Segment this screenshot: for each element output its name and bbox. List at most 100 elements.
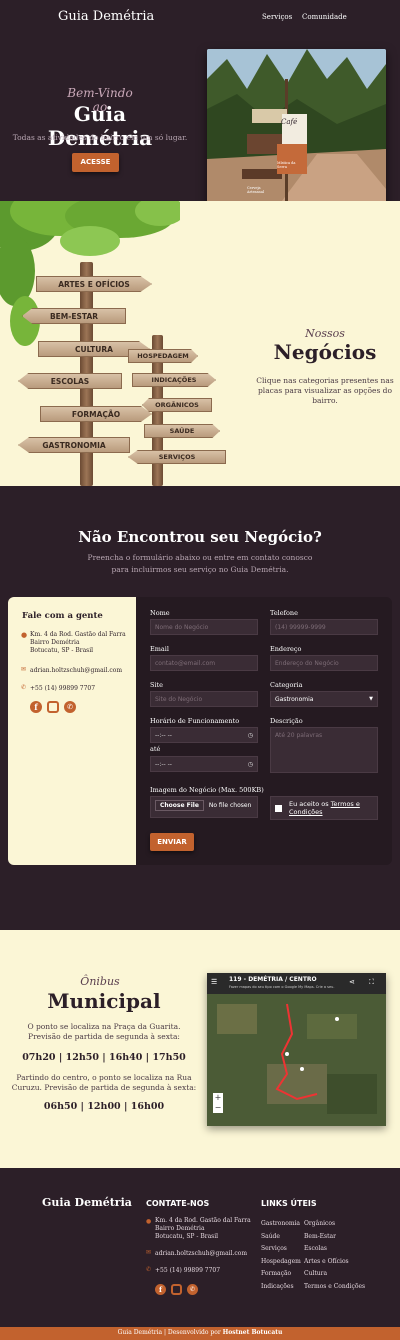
footer-link-cultura[interactable]: Cultura	[304, 1268, 365, 1281]
choose-file-button[interactable]: Choose File	[155, 800, 204, 811]
onibus-script: Ônibus	[80, 975, 120, 988]
sign-saude[interactable]: SAÚDE	[144, 424, 220, 438]
photo-sign-cafe: Café	[281, 118, 298, 126]
input-email[interactable]: contato@email.com	[150, 655, 258, 671]
hero-photo	[207, 49, 386, 221]
footer-link-artes[interactable]: Artes e Ofícios	[304, 1256, 365, 1269]
sign-organicos[interactable]: ORGÂNICOS	[142, 398, 212, 412]
hero-subtitle: Todas as atividades do bairro em um só l…	[12, 133, 188, 142]
footer-links-col2: Orgânicos Bem-Estar Escolas Artes e Ofíc…	[304, 1218, 365, 1293]
label-telefone: Telefone	[270, 609, 298, 617]
footer-address-line-3: Botucatu, SP - Brasil	[155, 1233, 219, 1240]
sign-gastronomia[interactable]: GASTRONOMIA	[18, 437, 130, 453]
hero-access-button[interactable]: ACESSE	[72, 153, 119, 172]
form-subtitle-2: para incluirmos seu serviço no Guia Demé…	[111, 565, 289, 574]
zoom-out-icon[interactable]: −	[213, 1103, 223, 1113]
select-categoria-value: Gastronomia	[275, 696, 314, 703]
terms-prefix: Eu aceito os	[289, 800, 329, 808]
bottom-credit: Guia Demétria | Desenvolvido por Hostnet…	[0, 1329, 400, 1336]
time-start-value: --:-- --	[155, 732, 172, 739]
no-file-text: No file chosen	[208, 802, 252, 809]
chevron-down-icon: ▼	[369, 696, 373, 702]
hero-title: Guia Demétria	[47, 102, 153, 150]
bottom-prefix: Guia Demétria | Desenvolvido por	[117, 1329, 221, 1336]
onibus-title: Municipal	[47, 989, 161, 1013]
label-email: Email	[150, 645, 169, 653]
footer-link-termos[interactable]: Termos e Condições	[304, 1281, 365, 1294]
sign-indicacoes[interactable]: INDICAÇÕES	[132, 373, 216, 387]
fullscreen-icon[interactable]: ⛶	[369, 978, 374, 987]
instagram-icon[interactable]	[47, 701, 59, 713]
footer-address-line-2: Bairro Demétria	[155, 1225, 205, 1232]
share-icon[interactable]: ⋖	[349, 978, 355, 986]
footer-address: Km. 4 da Rod. Gastão dal Farra Bairro De…	[155, 1217, 255, 1241]
instagram-icon[interactable]	[171, 1284, 182, 1295]
footer-link-gastronomia[interactable]: Gastronomia	[261, 1218, 301, 1231]
footer-email[interactable]: adrian.holtzschuh@gmail.com	[155, 1250, 247, 1257]
sign-formacao[interactable]: FORMAÇÃO	[40, 406, 152, 422]
onibus-times-1: 07h20 | 12h50 | 16h40 | 17h50	[22, 1052, 186, 1063]
phone-icon: ✆	[21, 684, 27, 691]
label-categoria: Categoria	[270, 681, 303, 689]
sign-bem-estar[interactable]: BEM-ESTAR	[22, 308, 126, 324]
sign-servicos[interactable]: SERVIÇOS	[128, 450, 226, 464]
footer-link-escolas[interactable]: Escolas	[304, 1243, 365, 1256]
hero-photo-image	[207, 49, 386, 221]
contact-email[interactable]: adrian.holtzschuh@gmail.com	[30, 667, 122, 674]
sign-artes-oficios[interactable]: ARTES E OFÍCIOS	[36, 276, 152, 292]
input-telefone[interactable]: (14) 99999-9999	[270, 619, 378, 635]
location-icon: ●	[21, 631, 28, 639]
label-horario: Horário de Funcionamento	[150, 717, 240, 725]
footer-links-col1: Gastronomia Saúde Serviços Hospedagem Fo…	[261, 1218, 301, 1293]
onibus-text-2: Partindo do centro, o ponto se localiza …	[11, 1073, 197, 1092]
footer-links-title: LINKS ÚTEIS	[261, 1199, 317, 1208]
negocios-script: Nossos	[305, 327, 345, 340]
terms-box: Eu aceito os Termos e Condições	[270, 796, 378, 820]
footer-phone[interactable]: +55 (14) 99899 7707	[155, 1267, 220, 1274]
input-site[interactable]: Site do Negócio	[150, 691, 258, 707]
submit-button[interactable]: ENVIAR	[150, 833, 194, 851]
footer-brand[interactable]: Guia Demétria	[42, 1196, 132, 1209]
facebook-icon[interactable]: f	[30, 701, 42, 713]
clock-icon: ◷	[247, 761, 253, 768]
label-nome: Nome	[150, 609, 170, 617]
contact-address-line-1: Km. 4 da Rod. Gastão dal Farra	[30, 631, 126, 638]
nav-link-servicos[interactable]: Serviços	[262, 13, 292, 21]
textarea-descricao[interactable]: Até 20 palavras	[270, 727, 378, 773]
contact-address-line-2: Bairro Demétria	[30, 639, 80, 646]
whatsapp-icon[interactable]: ✆	[187, 1284, 198, 1295]
footer-link-hospedagem[interactable]: Hospedagem	[261, 1256, 301, 1269]
bus-map[interactable]: ☰ 119 - DEMÉTRIA / CENTRO Fazer mapas do…	[207, 973, 386, 1126]
file-input[interactable]: Choose File No file chosen	[150, 796, 258, 818]
zoom-controls[interactable]: + −	[213, 1093, 223, 1113]
terms-checkbox[interactable]	[275, 805, 282, 812]
footer-link-formacao[interactable]: Formação	[261, 1268, 301, 1281]
location-icon: ●	[146, 1218, 152, 1225]
sign-escolas[interactable]: ESCOLAS	[18, 373, 122, 389]
input-endereco[interactable]: Endereço do Negócio	[270, 655, 378, 671]
sign-hospedagem[interactable]: HOSPEDAGEM	[128, 349, 198, 363]
select-categoria[interactable]: Gastronomia ▼	[270, 691, 378, 707]
footer-link-saude[interactable]: Saúde	[261, 1231, 301, 1244]
footer-link-servicos[interactable]: Serviços	[261, 1243, 301, 1256]
contact-title: Fale com a gente	[22, 611, 103, 621]
input-nome[interactable]: Nome do Negócio	[150, 619, 258, 635]
form-subtitle-1: Preencha o formulário abaixo ou entre em…	[87, 553, 313, 562]
bottom-author-link[interactable]: Hostnet Botucatu	[223, 1329, 283, 1336]
nav-link-comunidade[interactable]: Comunidade	[302, 13, 347, 21]
contact-phone[interactable]: +55 (14) 99899 7707	[30, 685, 95, 692]
nav-brand[interactable]: Guia Demétria	[58, 9, 154, 24]
footer-contact-title: CONTATE-NOS	[146, 1199, 210, 1208]
footer-link-bem-estar[interactable]: Bem-Estar	[304, 1231, 365, 1244]
input-horario-inicio[interactable]: --:-- -- ◷	[150, 727, 258, 743]
facebook-icon[interactable]: f	[155, 1284, 166, 1295]
footer-link-indicacoes[interactable]: Indicações	[261, 1281, 301, 1294]
input-horario-fim[interactable]: --:-- -- ◷	[150, 756, 258, 772]
footer-link-organicos[interactable]: Orgânicos	[304, 1218, 365, 1231]
contact-address-line-3: Botucatu, SP - Brasil	[30, 647, 94, 654]
map-menu-icon[interactable]: ☰	[211, 978, 217, 986]
photo-sign-mistica: Mística da Serra	[277, 161, 296, 169]
zoom-in-icon[interactable]: +	[213, 1093, 223, 1103]
form-title: Não Encontrou seu Negócio?	[78, 528, 322, 546]
whatsapp-icon[interactable]: ✆	[64, 701, 76, 713]
